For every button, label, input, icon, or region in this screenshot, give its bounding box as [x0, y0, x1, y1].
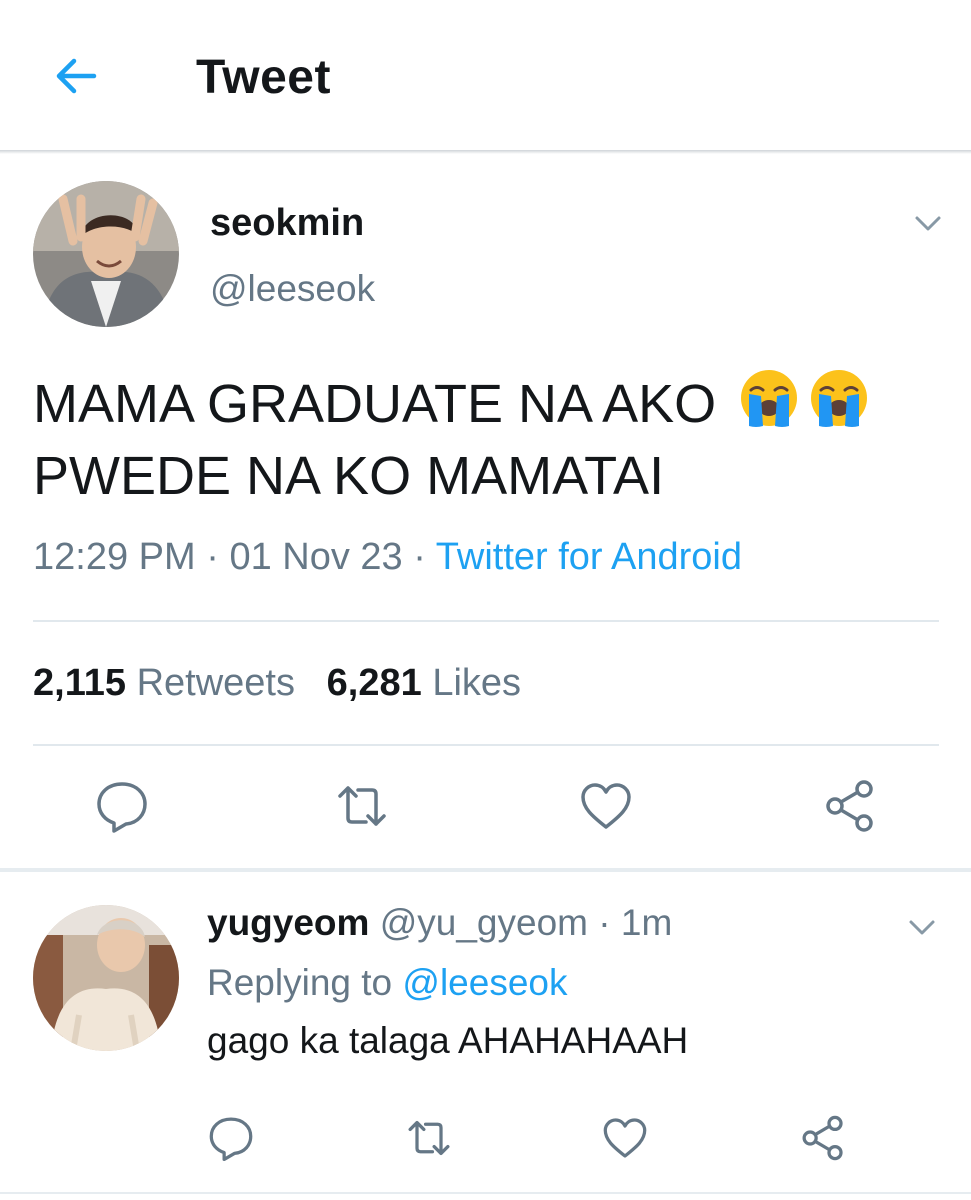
chevron-down-icon[interactable]: [910, 206, 946, 242]
loudly-crying-face-emoji: [737, 366, 801, 430]
retweets-stat[interactable]: 2,115 Retweets: [33, 662, 295, 704]
share-icon[interactable]: [799, 1114, 847, 1162]
top-bar-shadow: [0, 150, 971, 154]
like-icon[interactable]: [601, 1114, 649, 1162]
share-icon[interactable]: [822, 778, 878, 834]
reply-icon[interactable]: [94, 778, 150, 834]
reply-handle[interactable]: @yu_gyeom: [380, 902, 588, 943]
reply-display-name[interactable]: yugyeom: [207, 902, 369, 943]
reply-icon[interactable]: [207, 1114, 255, 1162]
like-label: Likes: [432, 662, 522, 704]
section-separator: [0, 868, 971, 872]
tweet-stats: 2,115 Retweets 6,281 Likes: [33, 662, 521, 705]
reply-text: gago ka talaga AHAHAHAAH: [207, 1020, 689, 1061]
tweet-text: MAMA GRADUATE NA AKO PWEDE NA KO MAMATAI: [33, 366, 933, 512]
replying-to-label: Replying to: [207, 962, 393, 1003]
meta-separator: ·: [413, 536, 426, 578]
replying-to-line: Replying to @leeseok: [207, 962, 567, 1004]
loudly-crying-face-emoji: [807, 366, 871, 430]
meta-separator: ·: [598, 902, 611, 943]
tweet-text-line1: MAMA GRADUATE NA AKO: [33, 374, 717, 434]
like-count: 6,281: [326, 662, 422, 704]
reply-time: 1m: [620, 902, 673, 943]
avatar[interactable]: [33, 905, 179, 1051]
divider: [0, 1192, 971, 1194]
retweet-icon[interactable]: [405, 1114, 453, 1162]
retweet-count: 2,115: [33, 662, 126, 704]
reply-header: yugyeom @yu_gyeom · 1m: [207, 902, 672, 944]
tweet-meta: 12:29 PM · 01 Nov 23 · Twitter for Andro…: [33, 536, 742, 579]
tweet-date: 01 Nov 23: [229, 536, 403, 578]
retweet-icon[interactable]: [334, 778, 390, 834]
page-title: Tweet: [196, 51, 331, 104]
top-bar: [0, 0, 971, 150]
likes-stat[interactable]: 6,281 Likes: [327, 662, 521, 704]
like-icon[interactable]: [578, 778, 634, 834]
divider: [33, 744, 939, 746]
tweet-time: 12:29 PM: [33, 536, 196, 578]
chevron-down-icon[interactable]: [904, 910, 940, 946]
back-arrow-icon[interactable]: [52, 52, 100, 100]
replying-to-mention[interactable]: @leeseok: [402, 962, 567, 1003]
tweet-text-line2: PWEDE NA KO MAMATAI: [33, 446, 665, 506]
author-handle[interactable]: @leeseok: [210, 268, 375, 310]
tweet-source-link[interactable]: Twitter for Android: [436, 536, 742, 578]
avatar[interactable]: [33, 181, 179, 327]
author-display-name[interactable]: seokmin: [210, 202, 364, 245]
retweet-label: Retweets: [136, 662, 295, 704]
divider: [33, 620, 939, 622]
meta-separator: ·: [206, 536, 219, 578]
